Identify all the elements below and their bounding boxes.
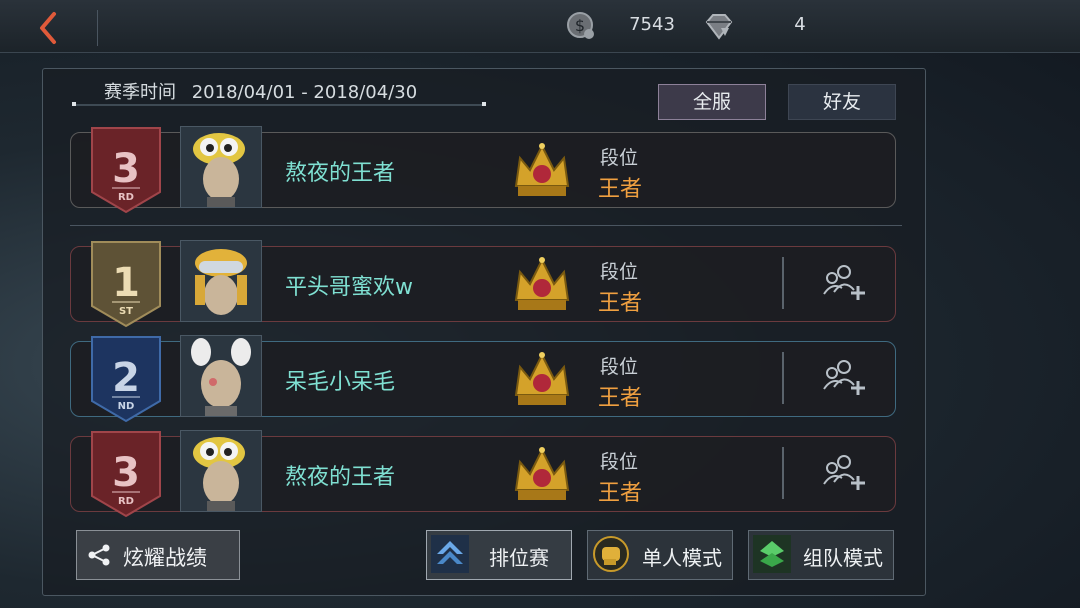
rank-number: 1 <box>112 260 140 306</box>
tier-label: 段位 <box>600 261 639 283</box>
rank-suffix: RD <box>118 496 134 507</box>
king-tier-crown-icon <box>510 442 574 506</box>
rank-number: 3 <box>112 450 140 496</box>
section-divider <box>70 225 902 226</box>
player-avatar[interactable] <box>180 430 262 512</box>
tier-label: 段位 <box>600 147 639 169</box>
coin-balance: 7543 <box>629 14 675 35</box>
king-tier-crown-icon <box>510 252 574 316</box>
player-avatar[interactable] <box>180 126 262 208</box>
row-divider <box>782 352 784 404</box>
tier-value: 王者 <box>598 291 643 316</box>
diamond-balance: 4 <box>794 14 806 35</box>
king-tier-crown-icon <box>510 138 574 202</box>
player-name: 熬夜的王者 <box>285 465 396 490</box>
player-name: 呆毛小呆毛 <box>285 370 396 395</box>
topbar-divider <box>97 10 98 46</box>
share-record-button[interactable]: 炫耀战绩 <box>76 530 240 580</box>
solo-mode-button[interactable]: 单人模式 <box>587 530 733 580</box>
player-avatar[interactable] <box>180 335 262 417</box>
team-mode-label: 组队模式 <box>803 546 883 570</box>
player-name: 熬夜的王者 <box>285 161 396 186</box>
back-arrow-icon[interactable] <box>30 8 70 48</box>
rank-badge: 2 ND <box>88 335 164 423</box>
add-friend-icon[interactable] <box>820 357 868 397</box>
row-divider <box>782 447 784 499</box>
fist-icon <box>592 535 630 573</box>
row-divider <box>782 257 784 309</box>
add-friend-icon[interactable] <box>820 452 868 492</box>
svg-text:$: $ <box>575 16 585 35</box>
player-avatar[interactable] <box>180 240 262 322</box>
season-range: 2018/04/01 - 2018/04/30 <box>191 82 418 103</box>
tier-label: 段位 <box>600 451 639 473</box>
tier-label: 段位 <box>600 356 639 378</box>
team-icon <box>753 535 791 573</box>
rank-badge: 1 ST <box>88 240 164 328</box>
share-record-label: 炫耀战绩 <box>123 546 207 570</box>
rank-suffix: RD <box>118 192 134 203</box>
ranked-mode-button[interactable]: 排位赛 <box>426 530 572 580</box>
season-underline <box>72 102 486 106</box>
ranked-mode-label: 排位赛 <box>489 546 549 570</box>
top-bar: $ 7543 4 <box>0 0 1080 53</box>
rank-badge: 3 RD <box>88 430 164 518</box>
rank-number: 2 <box>112 355 140 401</box>
tab-friends[interactable]: 好友 <box>788 84 896 120</box>
share-icon <box>87 543 111 567</box>
season-period: 赛季时间 2018/04/01 - 2018/04/30 <box>104 78 417 104</box>
rank-suffix: ND <box>118 401 135 412</box>
coin-icon: $ <box>565 10 597 42</box>
tier-value: 王者 <box>598 177 643 202</box>
king-tier-crown-icon <box>510 347 574 411</box>
tier-value: 王者 <box>598 481 643 506</box>
team-mode-button[interactable]: 组队模式 <box>748 530 894 580</box>
rank-number: 3 <box>112 146 140 192</box>
diamond-icon <box>703 10 735 42</box>
rank-badge: 3 RD <box>88 126 164 214</box>
tab-all-server[interactable]: 全服 <box>658 84 766 120</box>
rank-suffix: ST <box>119 306 133 317</box>
tier-value: 王者 <box>598 386 643 411</box>
season-label: 赛季时间 <box>104 82 176 103</box>
solo-mode-label: 单人模式 <box>642 546 722 570</box>
player-name: 平头哥蜜欢w <box>285 275 413 300</box>
ranked-icon <box>431 535 469 573</box>
add-friend-icon[interactable] <box>820 262 868 302</box>
